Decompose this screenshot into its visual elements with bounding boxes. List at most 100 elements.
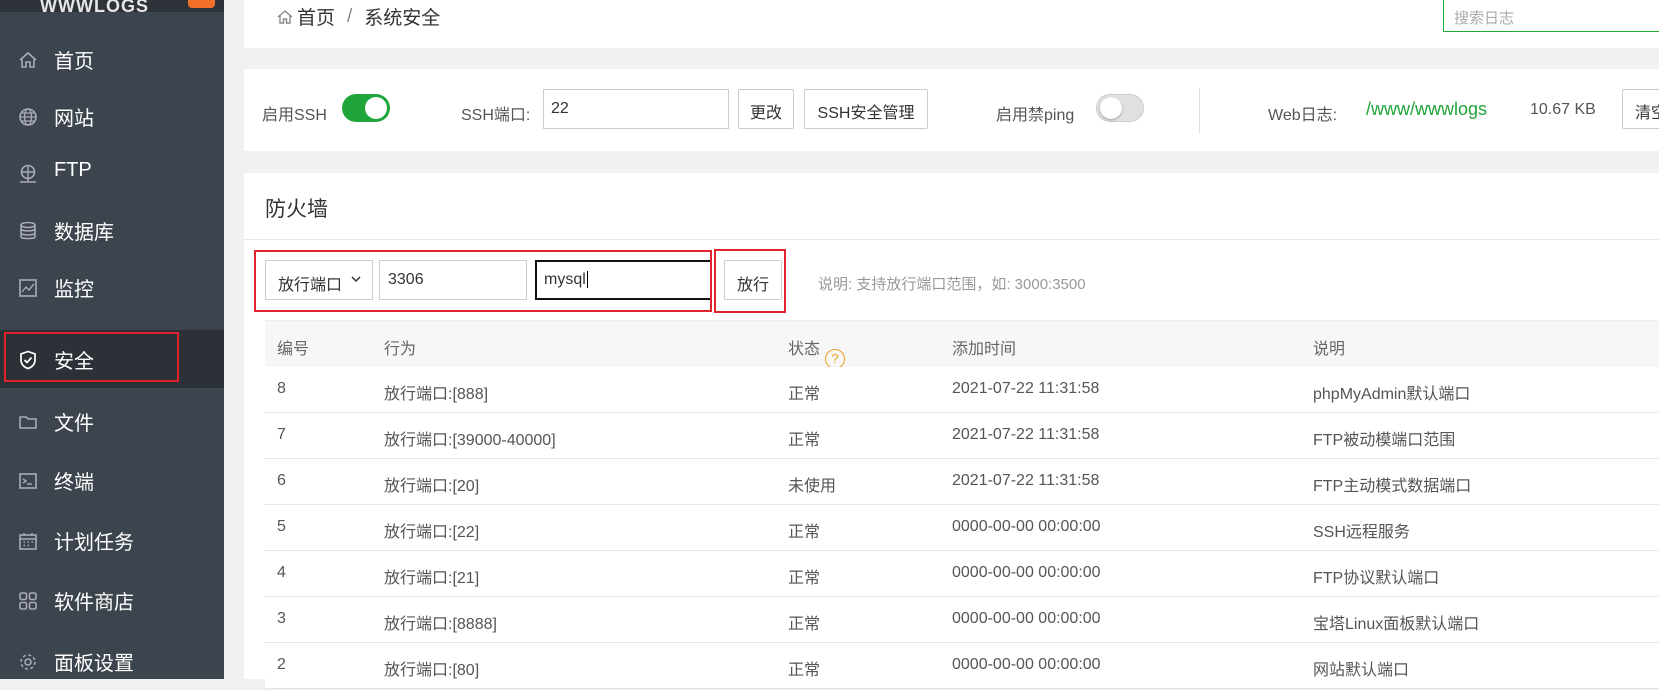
cell-time: 0000-00-00 00:00:00 bbox=[952, 564, 1101, 581]
column-header-status: 状态? bbox=[788, 335, 846, 369]
firewall-panel: 防火墙 放行端口 3306 mysql 放行 说明: 支持放行端口范围，如: 3… bbox=[244, 173, 1659, 689]
sidebar-item-label: 安全 bbox=[54, 351, 94, 373]
brand-logo: WWWLOGS bbox=[40, 0, 149, 16]
sidebar-item-ftp[interactable]: FTP bbox=[0, 144, 224, 202]
weblog-path-link[interactable]: /www/wwwlogs bbox=[1366, 99, 1487, 120]
ping-toggle[interactable] bbox=[1096, 94, 1144, 122]
cell-status: 未使用 bbox=[788, 478, 837, 495]
sidebar-item-security[interactable]: 安全 bbox=[0, 330, 224, 388]
cell-id: 4 bbox=[277, 564, 286, 581]
sidebar-item-files[interactable]: 文件 bbox=[0, 392, 224, 450]
firewall-title: 防火墙 bbox=[265, 198, 328, 221]
table-row: 7 放行端口:[39000-40000] 正常 2021-07-22 11:31… bbox=[265, 413, 1659, 459]
cell-id: 3 bbox=[277, 610, 286, 627]
toggle-knob bbox=[365, 97, 387, 119]
ssh-port-label: SSH端口: bbox=[461, 107, 531, 124]
divider bbox=[1199, 88, 1200, 133]
folder-icon bbox=[17, 411, 39, 433]
sidebar: WWWLOGS 首页 网站 FTP 数据库 监控 安全 文件 终端 计划任务 软… bbox=[0, 0, 224, 679]
breadcrumb-separator: / bbox=[347, 5, 353, 27]
hint-text: 说明: 支持放行端口范围，如: 3000:3500 bbox=[818, 276, 1086, 293]
breadcrumb: 首页 / 系统安全 bbox=[276, 3, 440, 30]
calendar-icon bbox=[17, 530, 39, 552]
cell-id: 7 bbox=[277, 426, 286, 443]
ping-label: 启用禁ping bbox=[996, 107, 1075, 124]
cell-status: 正常 bbox=[788, 616, 821, 633]
sidebar-item-label: 软件商店 bbox=[54, 592, 134, 614]
sidebar-item-label: FTP bbox=[54, 159, 92, 181]
cell-note: 网站默认端口 bbox=[1313, 662, 1410, 679]
divider bbox=[244, 239, 1659, 240]
table-row: 4 放行端口:[21] 正常 0000-00-00 00:00:00 FTP协议… bbox=[265, 551, 1659, 597]
cell-time: 0000-00-00 00:00:00 bbox=[952, 610, 1101, 627]
sidebar-item-label: 计划任务 bbox=[54, 532, 134, 554]
monitor-icon bbox=[17, 277, 39, 299]
weblog-label: Web日志: bbox=[1268, 107, 1338, 124]
shield-icon bbox=[17, 349, 39, 371]
cell-action: 放行端口:[20] bbox=[384, 478, 480, 495]
table-row: 6 放行端口:[20] 未使用 2021-07-22 11:31:58 FTP主… bbox=[265, 459, 1659, 505]
sidebar-item-terminal[interactable]: 终端 bbox=[0, 451, 224, 509]
search-input[interactable]: 搜索日志 bbox=[1443, 0, 1659, 32]
database-icon bbox=[17, 220, 39, 242]
terminal-icon bbox=[17, 470, 39, 492]
sidebar-item-settings[interactable]: 面板设置 bbox=[0, 632, 224, 690]
sidebar-item-store[interactable]: 软件商店 bbox=[0, 571, 224, 629]
cell-note: SSH远程服务 bbox=[1313, 524, 1410, 541]
cell-id: 8 bbox=[277, 380, 286, 397]
sidebar-item-label: 文件 bbox=[54, 413, 94, 435]
sidebar-item-cron[interactable]: 计划任务 bbox=[0, 511, 224, 569]
clear-log-button[interactable]: 清空 bbox=[1622, 89, 1659, 129]
column-header: 行为 bbox=[384, 341, 417, 358]
highlight-box bbox=[254, 250, 712, 312]
column-header: 编号 bbox=[277, 341, 310, 358]
sidebar-item-label: 面板设置 bbox=[54, 653, 134, 675]
config-panel: 启用SSH SSH端口: 22 更改 SSH安全管理 启用禁ping Web日志… bbox=[244, 69, 1659, 151]
cell-note: 宝塔Linux面板默认端口 bbox=[1313, 616, 1480, 633]
sidebar-item-label: 首页 bbox=[54, 51, 94, 73]
change-port-button[interactable]: 更改 bbox=[738, 89, 794, 129]
table-header: 编号 行为 状态? 添加时间 说明 bbox=[265, 320, 1659, 369]
cell-note: FTP协议默认端口 bbox=[1313, 570, 1440, 587]
ssh-port-input[interactable]: 22 bbox=[543, 89, 729, 129]
column-header: 状态 bbox=[788, 341, 821, 358]
ssh-enable-label: 启用SSH bbox=[262, 107, 327, 124]
help-icon[interactable]: ? bbox=[825, 349, 846, 369]
sidebar-item-home[interactable]: 首页 bbox=[0, 30, 224, 88]
cell-action: 放行端口:[888] bbox=[384, 386, 489, 403]
cell-status: 正常 bbox=[788, 570, 821, 587]
home-icon bbox=[277, 9, 293, 24]
notification-badge[interactable] bbox=[188, 0, 215, 8]
sidebar-item-label: 终端 bbox=[54, 472, 94, 494]
cell-id: 2 bbox=[277, 656, 286, 673]
cell-status: 正常 bbox=[788, 524, 821, 541]
cell-id: 5 bbox=[277, 518, 286, 535]
ssh-toggle[interactable] bbox=[342, 94, 390, 122]
cell-time: 2021-07-22 11:31:58 bbox=[952, 426, 1100, 443]
ssh-manage-button[interactable]: SSH安全管理 bbox=[804, 89, 928, 129]
apps-icon bbox=[17, 590, 39, 612]
sidebar-item-label: 网站 bbox=[54, 108, 94, 130]
cell-time: 0000-00-00 00:00:00 bbox=[952, 656, 1101, 673]
cell-action: 放行端口:[80] bbox=[384, 662, 480, 679]
cell-time: 0000-00-00 00:00:00 bbox=[952, 518, 1101, 535]
cell-time: 2021-07-22 11:31:58 bbox=[952, 472, 1100, 489]
table-row: 5 放行端口:[22] 正常 0000-00-00 00:00:00 SSH远程… bbox=[265, 505, 1659, 551]
sidebar-item-database[interactable]: 数据库 bbox=[0, 201, 224, 259]
cell-status: 正常 bbox=[788, 432, 821, 449]
ftp-icon bbox=[17, 163, 39, 185]
globe-icon bbox=[17, 106, 39, 128]
table-row: 2 放行端口:[80] 正常 0000-00-00 00:00:00 网站默认端… bbox=[265, 643, 1659, 689]
sidebar-item-website[interactable]: 网站 bbox=[0, 87, 224, 145]
gear-icon bbox=[17, 651, 39, 673]
sidebar-item-monitor[interactable]: 监控 bbox=[0, 258, 224, 316]
column-header: 说明 bbox=[1313, 341, 1346, 358]
table-row: 8 放行端口:[888] 正常 2021-07-22 11:31:58 phpM… bbox=[265, 367, 1659, 413]
home-icon bbox=[17, 49, 39, 71]
column-header: 添加时间 bbox=[952, 341, 1017, 358]
breadcrumb-home[interactable]: 首页 bbox=[297, 3, 335, 30]
cell-status: 正常 bbox=[788, 386, 821, 403]
cell-action: 放行端口:[22] bbox=[384, 524, 480, 541]
cell-note: FTP被动模端口范围 bbox=[1313, 432, 1456, 449]
cell-status: 正常 bbox=[788, 662, 821, 679]
